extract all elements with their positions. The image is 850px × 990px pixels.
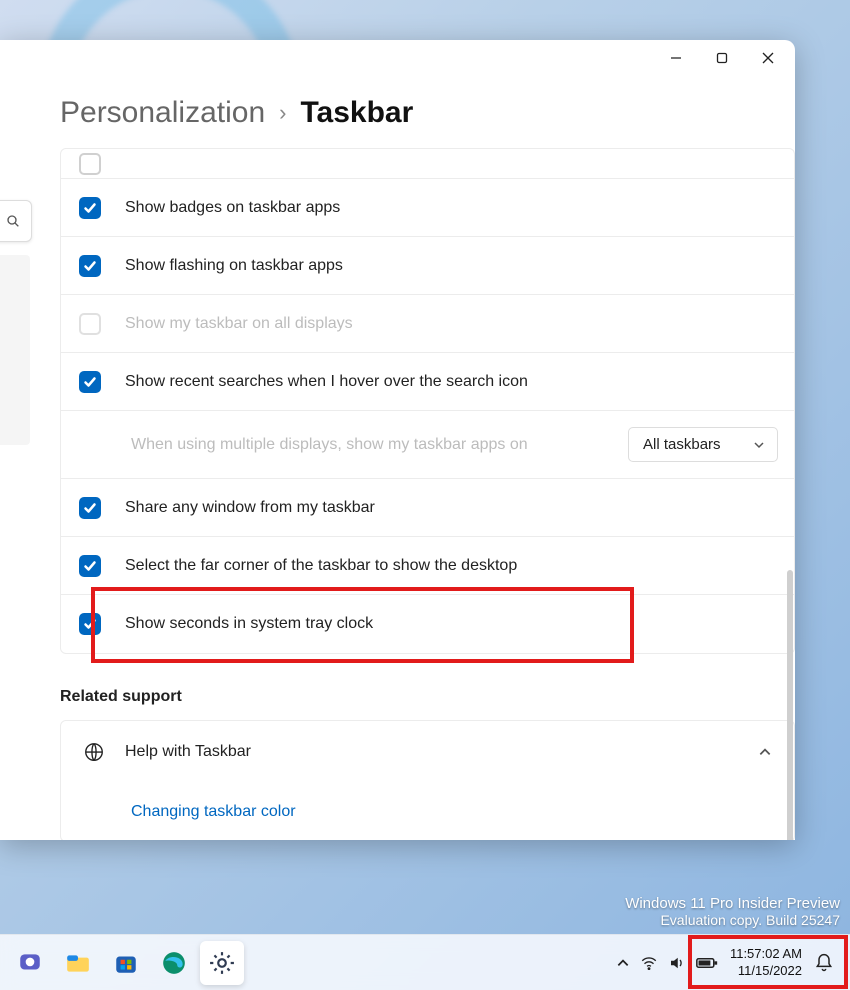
checkbox[interactable] [79, 197, 101, 219]
setting-row: Show my taskbar on all displays [61, 295, 794, 353]
related-support-title: Related support [60, 688, 795, 706]
wifi-icon[interactable] [640, 954, 658, 972]
minimize-button[interactable] [653, 40, 699, 76]
support-head-label: Help with Taskbar [125, 743, 251, 761]
maximize-button[interactable] [699, 40, 745, 76]
setting-row: Select the far corner of the taskbar to … [61, 537, 794, 595]
volume-icon[interactable] [668, 954, 686, 972]
support-link[interactable]: Changing taskbar color [61, 783, 794, 840]
breadcrumb: Personalization › Taskbar [60, 96, 735, 130]
setting-row: When using multiple displays, show my ta… [61, 411, 794, 479]
nav-search-button[interactable] [0, 200, 32, 242]
setting-label: When using multiple displays, show my ta… [131, 436, 528, 454]
setting-row: Share any window from my taskbar [61, 479, 794, 537]
setting-label: Show seconds in system tray clock [109, 615, 373, 633]
chevron-right-icon: › [279, 100, 286, 126]
setting-row: Show flashing on taskbar apps [61, 237, 794, 295]
support-card: Help with Taskbar Changing taskbar color [60, 720, 795, 840]
breadcrumb-current: Taskbar [300, 96, 413, 130]
taskbar-settings-list: Show badges on taskbar apps Show flashing… [60, 148, 795, 654]
taskbar-left [8, 941, 616, 985]
nav-rail [0, 255, 30, 445]
setting-label: Share any window from my taskbar [109, 499, 375, 517]
desktop-watermark: Windows 11 Pro Insider Preview Evaluatio… [625, 895, 840, 928]
setting-row: Show badges on taskbar apps [61, 179, 794, 237]
checkbox[interactable] [79, 255, 101, 277]
setting-row: Show seconds in system tray clock [61, 595, 794, 653]
window-titlebar [0, 40, 795, 76]
scrollbar[interactable] [787, 570, 793, 840]
breadcrumb-parent[interactable]: Personalization [60, 96, 265, 130]
close-button[interactable] [745, 40, 791, 76]
checkbox[interactable] [79, 313, 101, 335]
tray-chevron-up-icon[interactable] [616, 956, 630, 970]
chevron-up-icon [758, 745, 772, 759]
clock-date: 11/15/2022 [730, 963, 802, 979]
scroll-area[interactable]: Show badges on taskbar apps Show flashing… [60, 148, 795, 840]
taskbar-apps-select[interactable]: All taskbars [628, 427, 778, 462]
checkbox[interactable] [79, 613, 101, 635]
setting-label: Select the far corner of the taskbar to … [109, 557, 517, 575]
setting-row-partial [61, 149, 794, 179]
globe-icon [83, 741, 105, 763]
settings-window: Personalization › Taskbar Show badges on… [0, 40, 795, 840]
setting-label: Show flashing on taskbar apps [109, 257, 343, 275]
clock-time: 11:57:02 AM [730, 946, 802, 962]
setting-label: Show badges on taskbar apps [109, 199, 340, 217]
system-tray[interactable] [616, 954, 718, 972]
page-header: Personalization › Taskbar [0, 76, 795, 140]
support-head-row[interactable]: Help with Taskbar [61, 721, 794, 783]
taskbar-app-settings[interactable] [200, 941, 244, 985]
checkbox[interactable] [79, 153, 101, 175]
taskbar-app-store[interactable] [104, 941, 148, 985]
battery-icon[interactable] [696, 954, 718, 972]
checkbox[interactable] [79, 555, 101, 577]
chevron-down-icon [753, 439, 765, 451]
taskbar-app-edge[interactable] [152, 941, 196, 985]
taskbar-right: 11:57:02 AM 11/15/2022 [616, 946, 842, 979]
checkbox[interactable] [79, 497, 101, 519]
notifications-icon[interactable] [814, 953, 834, 973]
taskbar: 11:57:02 AM 11/15/2022 [0, 934, 850, 990]
system-tray-clock[interactable]: 11:57:02 AM 11/15/2022 [730, 946, 802, 979]
checkbox[interactable] [79, 371, 101, 393]
setting-label: Show recent searches when I hover over t… [109, 373, 528, 391]
content: Show badges on taskbar apps Show flashing… [0, 140, 795, 840]
setting-label: Show my taskbar on all displays [109, 315, 353, 333]
setting-row: Show recent searches when I hover over t… [61, 353, 794, 411]
taskbar-app-explorer[interactable] [56, 941, 100, 985]
taskbar-app-chat[interactable] [8, 941, 52, 985]
